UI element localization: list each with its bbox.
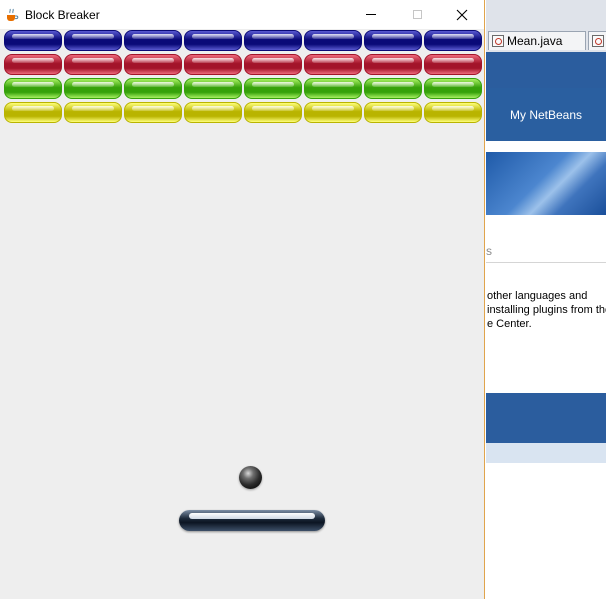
brick-blue — [304, 30, 362, 51]
text-line: installing plugins from the — [487, 304, 606, 316]
brick-red — [124, 54, 182, 75]
start-page-footer-strip — [486, 443, 606, 463]
my-netbeans-tab[interactable]: My NetBeans — [510, 108, 582, 122]
maximize-icon — [412, 10, 422, 19]
start-page-footer — [486, 393, 606, 443]
text-line: e Center. — [487, 318, 532, 330]
tab-partial[interactable] — [588, 31, 606, 50]
brick-blue — [64, 30, 122, 51]
start-page-header — [486, 52, 606, 88]
tab-label: Mean.java — [507, 34, 563, 48]
divider — [486, 262, 606, 263]
ball — [239, 466, 262, 489]
brick-red — [424, 54, 482, 75]
editor-tab-bar: Mean.java — [486, 0, 606, 52]
java-file-icon — [492, 35, 504, 47]
brick-green — [304, 78, 362, 99]
brick-blue — [244, 30, 302, 51]
brick-yellow — [4, 102, 62, 123]
brick-green — [424, 78, 482, 99]
brick-green — [4, 78, 62, 99]
maximize-button[interactable] — [394, 0, 440, 29]
start-page-link[interactable]: s — [486, 244, 492, 258]
brick-green — [124, 78, 182, 99]
brick-blue — [184, 30, 242, 51]
brick-yellow — [364, 102, 422, 123]
brick-red — [304, 54, 362, 75]
window-title: Block Breaker — [25, 8, 100, 22]
brick-blue — [364, 30, 422, 51]
java-cup-icon — [7, 8, 19, 21]
start-page-text: other languages and installing plugins f… — [487, 289, 606, 331]
brick-green — [364, 78, 422, 99]
game-board[interactable] — [0, 29, 484, 599]
tab-mean-java[interactable]: Mean.java — [488, 31, 586, 50]
brick-yellow — [124, 102, 182, 123]
brick-blue — [424, 30, 482, 51]
brick-red — [4, 54, 62, 75]
brick-yellow — [184, 102, 242, 123]
paddle[interactable] — [179, 510, 325, 531]
brick-red — [184, 54, 242, 75]
brick-green — [184, 78, 242, 99]
brick-red — [364, 54, 422, 75]
java-file-icon — [592, 35, 604, 47]
brick-yellow — [424, 102, 482, 123]
minimize-icon — [366, 14, 376, 15]
brick-blue — [124, 30, 182, 51]
brick-green — [64, 78, 122, 99]
close-button[interactable] — [439, 0, 485, 29]
text-line: other languages and — [487, 290, 588, 302]
title-bar[interactable]: Block Breaker — [0, 0, 484, 29]
minimize-button[interactable] — [348, 0, 394, 29]
brick-green — [244, 78, 302, 99]
start-page-nav: My NetBeans — [486, 88, 606, 141]
brick-yellow — [64, 102, 122, 123]
brick-yellow — [244, 102, 302, 123]
close-icon — [456, 9, 468, 20]
start-page-hero-image — [486, 152, 606, 215]
brick-yellow — [304, 102, 362, 123]
block-breaker-window: Block Breaker — [0, 0, 485, 599]
brick-red — [244, 54, 302, 75]
brick-blue — [4, 30, 62, 51]
brick-red — [64, 54, 122, 75]
netbeans-window: Mean.java My NetBeans s other languages … — [486, 0, 606, 599]
